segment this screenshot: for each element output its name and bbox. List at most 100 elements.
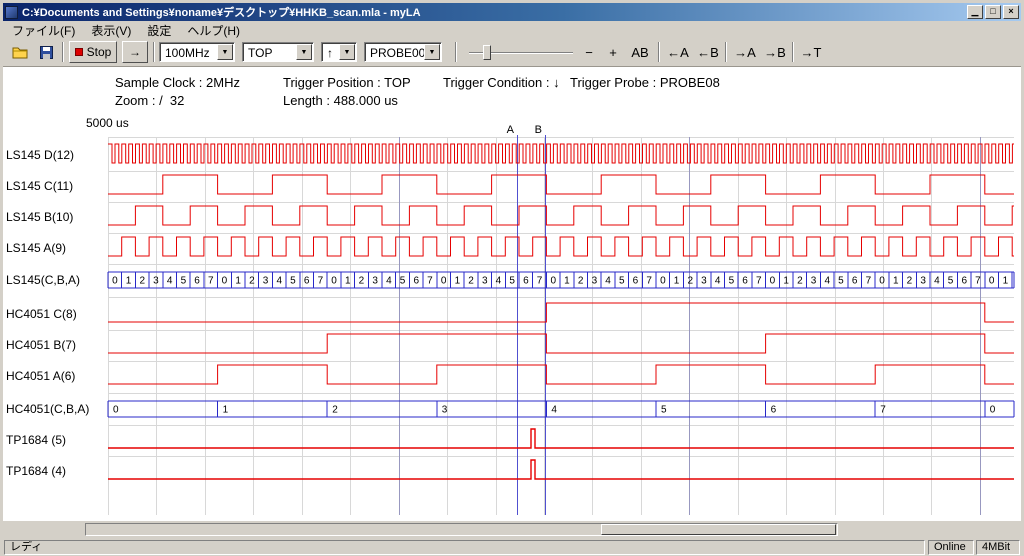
trigger-position-combo[interactable]: TOP ▼ <box>242 42 314 62</box>
bus-value: 1 <box>455 276 461 287</box>
channel-label: LS145 D(12) <box>6 148 74 162</box>
bus-value: 7 <box>866 276 872 287</box>
goto-marker-b-left-button[interactable]: ←B <box>694 41 722 63</box>
bus-value: 0 <box>990 405 996 416</box>
horizontal-scroll-zone <box>3 521 1021 538</box>
title-bar[interactable]: C:¥Documents and Settings¥noname¥デスクトップ¥… <box>3 3 1021 21</box>
bus-value: 6 <box>961 276 967 287</box>
sample-clock-combo[interactable]: 100MHz ▼ <box>159 42 235 62</box>
bus-value: 3 <box>263 276 269 287</box>
zoom-slider[interactable] <box>469 41 573 63</box>
chevron-down-icon[interactable]: ▼ <box>339 44 355 60</box>
bus-value: 2 <box>332 405 338 416</box>
zoom-in-button[interactable]: + <box>603 41 623 63</box>
bus-value: 2 <box>797 276 803 287</box>
bus-value: 5 <box>290 276 296 287</box>
channel-label: TP1684 (4) <box>6 464 66 478</box>
channel-label: HC4051 B(7) <box>6 338 76 352</box>
online-status-badge: Online <box>928 540 974 555</box>
bus-value: 7 <box>756 276 762 287</box>
bus-value: 0 <box>441 276 447 287</box>
bus-value: 5 <box>948 276 954 287</box>
channel-tp1684-4: TP1684 (4) <box>6 460 1014 479</box>
bus-value: 1 <box>674 276 680 287</box>
toolbar-separator <box>153 42 155 62</box>
toolbar-separator <box>455 42 457 62</box>
bus-value: 1 <box>564 276 570 287</box>
bus-value: 1 <box>1003 276 1009 287</box>
bus-value: 0 <box>112 276 118 287</box>
goto-marker-a-left-button[interactable]: ←A <box>664 41 692 63</box>
menu-bar: ファイル(F) 表示(V) 設定 ヘルプ(H) <box>3 21 1021 39</box>
trigger-edge-combo[interactable]: ↑ ▼ <box>321 42 357 62</box>
bus-value: 6 <box>633 276 639 287</box>
bus-value: 3 <box>372 276 378 287</box>
trigger-position-combo-value: TOP <box>248 46 272 60</box>
open-button[interactable] <box>8 41 32 63</box>
bus-value: 2 <box>687 276 693 287</box>
bus-value: 4 <box>715 276 721 287</box>
waveform-client-area: Sample Clock : 2MHz Trigger Position : T… <box>3 67 1021 521</box>
bus-value: 3 <box>442 405 448 416</box>
status-bar: レディ Online 4MBit <box>3 538 1021 556</box>
chevron-down-icon[interactable]: ▼ <box>217 44 233 60</box>
menu-help[interactable]: ヘルプ(H) <box>179 20 248 41</box>
bus-value: 0 <box>222 276 228 287</box>
stop-button[interactable]: Stop <box>69 41 117 63</box>
bus-value: 0 <box>989 276 995 287</box>
channel-label: HC4051 A(6) <box>6 369 75 383</box>
bus-value: 1 <box>783 276 789 287</box>
minimize-button[interactable]: ▁ <box>967 5 983 19</box>
bus-value: 5 <box>729 276 735 287</box>
close-button[interactable]: × <box>1003 5 1019 19</box>
channel-ls145-d-12: LS145 D(12) <box>6 144 1014 163</box>
bus-value: 7 <box>880 405 886 416</box>
bus-value: 5 <box>400 276 406 287</box>
goto-marker-b-right-button[interactable]: →B <box>761 41 789 63</box>
maximize-button[interactable]: □ <box>985 5 1001 19</box>
run-button[interactable]: → <box>122 41 148 63</box>
bus-value: 2 <box>907 276 913 287</box>
trigger-probe-combo[interactable]: PROBE00 ▼ <box>364 42 442 62</box>
bus-value: 6 <box>413 276 419 287</box>
run-arrow-icon: → <box>129 45 141 59</box>
ab-button[interactable]: AB <box>627 41 653 63</box>
save-button[interactable] <box>34 41 58 63</box>
horizontal-scrollbar-thumb[interactable] <box>601 524 836 535</box>
channel-label: LS145 A(9) <box>6 241 66 255</box>
marker-label-a: A <box>507 124 515 136</box>
zoom-out-button[interactable]: − <box>579 41 599 63</box>
menu-settings[interactable]: 設定 <box>139 20 179 41</box>
horizontal-scrollbar[interactable] <box>85 523 838 536</box>
channel-hc4051-c-b-a: HC4051(C,B,A)012345670 <box>6 401 1014 417</box>
channel-hc4051-a-6: HC4051 A(6) <box>6 365 1014 384</box>
channel-label: HC4051 C(8) <box>6 307 77 321</box>
bus-value: 2 <box>578 276 584 287</box>
goto-marker-a-right-button[interactable]: →A <box>731 41 759 63</box>
channel-ls145-c-11: LS145 C(11) <box>6 175 1014 194</box>
channel-label: LS145 B(10) <box>6 210 73 224</box>
channel-tp1684-5: TP1684 (5) <box>6 429 1014 448</box>
mylaq-logic-analyzer-window: { "window": { "title": "C:¥Documents and… <box>0 0 1024 556</box>
trigger-probe-combo-value: PROBE00 <box>370 46 425 60</box>
bus-value: 6 <box>771 405 777 416</box>
bus-value: 1 <box>223 405 229 416</box>
bus-value: 3 <box>701 276 707 287</box>
menu-file[interactable]: ファイル(F) <box>4 20 83 41</box>
bus-value: 7 <box>646 276 652 287</box>
bus-value: 0 <box>660 276 666 287</box>
channel-ls145-b-10: LS145 B(10) <box>6 206 1014 225</box>
channel-label: HC4051(C,B,A) <box>6 402 89 416</box>
bus-value: 7 <box>208 276 214 287</box>
chevron-down-icon[interactable]: ▼ <box>296 44 312 60</box>
bus-value: 2 <box>468 276 474 287</box>
bus-value: 4 <box>276 276 282 287</box>
waveform-display[interactable]: 5000 usABLS145 D(12)LS145 C(11)LS145 B(1… <box>3 67 1021 521</box>
bus-value: 1 <box>345 276 351 287</box>
goto-trigger-button[interactable]: →T <box>798 41 824 63</box>
zoom-slider-thumb[interactable] <box>483 45 491 60</box>
sample-clock-combo-value: 100MHz <box>165 46 210 60</box>
menu-view[interactable]: 表示(V) <box>83 20 139 41</box>
bus-value: 0 <box>331 276 337 287</box>
chevron-down-icon[interactable]: ▼ <box>424 44 440 60</box>
